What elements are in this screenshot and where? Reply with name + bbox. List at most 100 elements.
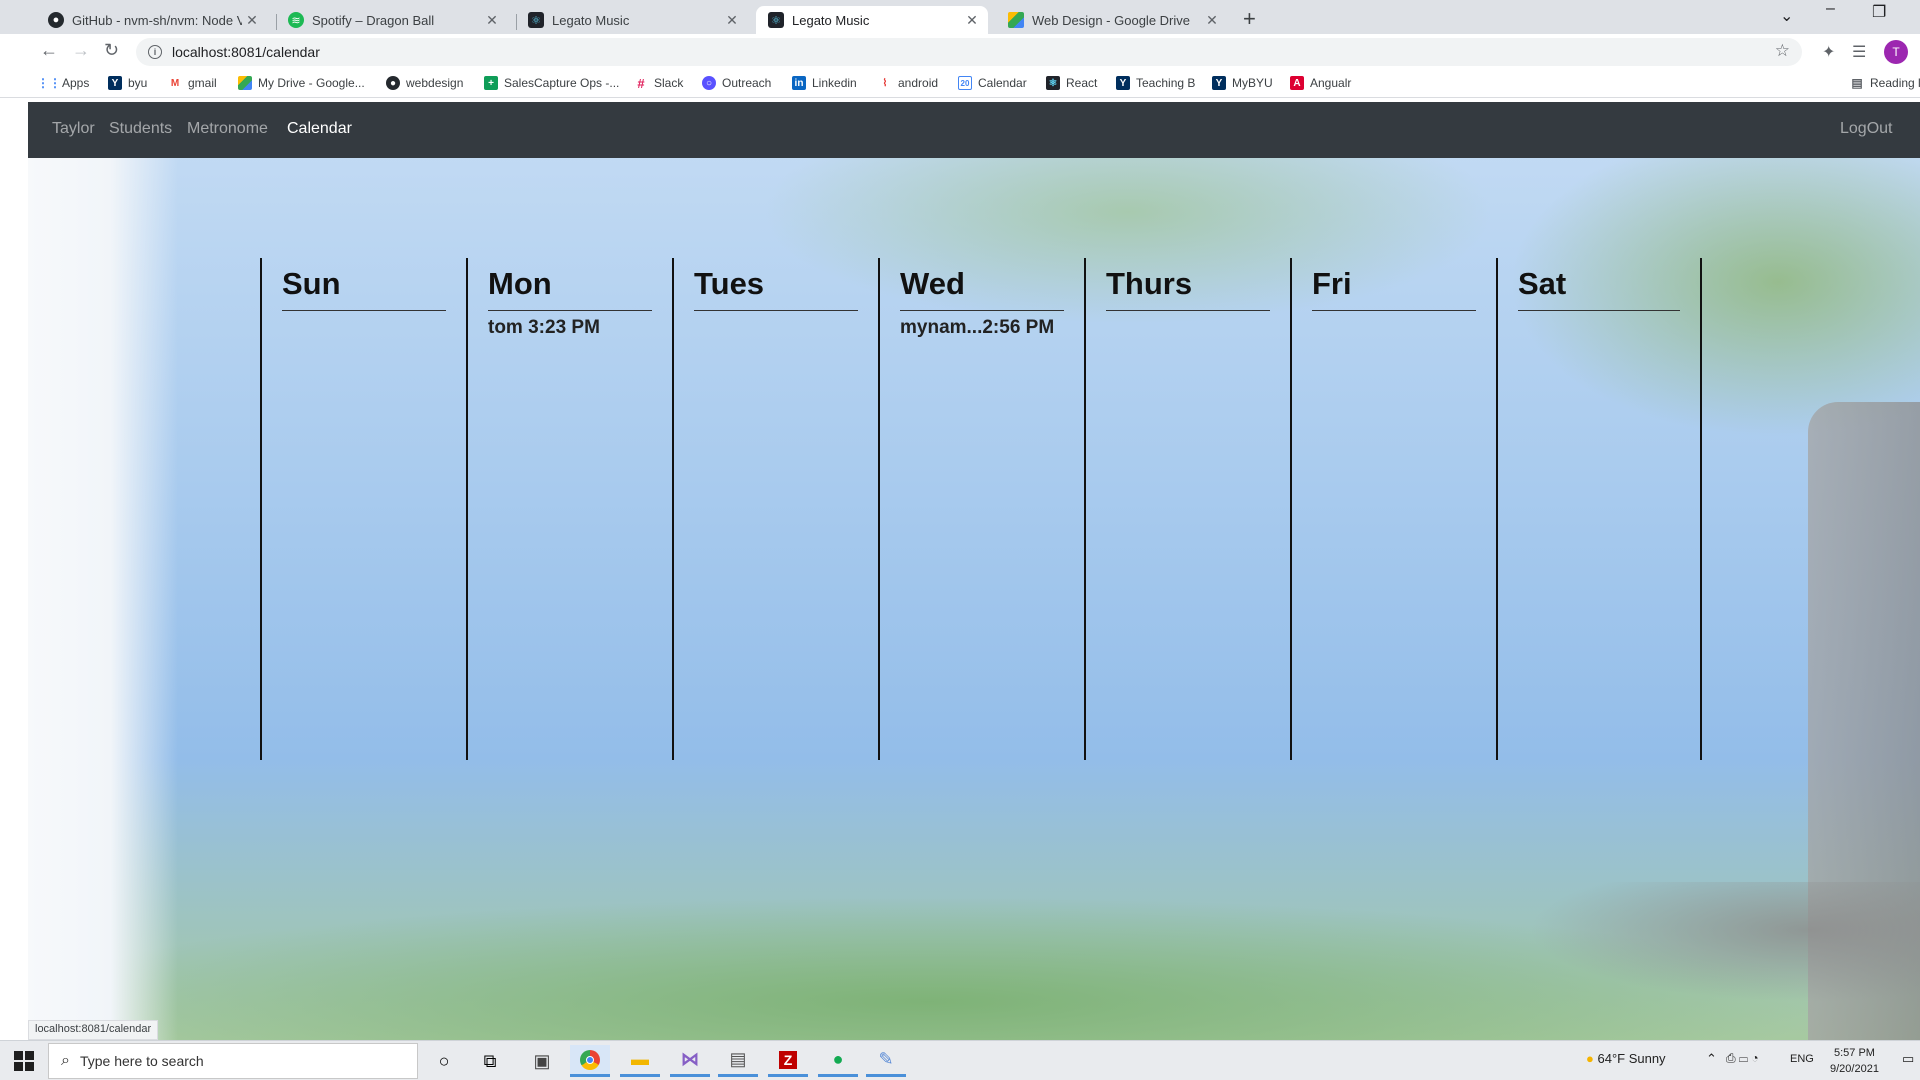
android-icon: ⌇ [882,77,888,89]
browser-tab-legato-active[interactable]: ⚛ Legato Music ✕ [756,6,988,34]
browser-tab-spotify[interactable]: ≋ Spotify – Dragon Ball ✕ [276,6,508,34]
site-info-icon[interactable]: i [148,45,162,59]
bookmark-label: android [898,76,939,90]
bookmark-label: MyBYU [1232,76,1273,90]
bookmark-angualr[interactable]: A Angualr [1290,76,1351,90]
logout-link[interactable]: LogOut [1840,120,1892,138]
tree-base-image [1528,882,1920,1002]
bookmark-label: Apps [62,76,90,90]
close-tab-icon[interactable]: ✕ [1202,12,1222,29]
tab-search-icon[interactable]: ⌄ [1780,6,1793,26]
bookmark-byu[interactable]: Ybyu [108,76,147,90]
reading-list-button[interactable]: ▤ Reading l [1850,76,1920,90]
browser-tab-google-drive[interactable]: Web Design - Google Drive ✕ [996,6,1228,34]
taskbar-search-box[interactable]: ⌕ Type here to search [48,1043,418,1079]
reload-icon[interactable]: ↻ [104,40,119,61]
day-header: Mon [488,264,652,311]
close-tab-icon[interactable]: ✕ [482,12,502,29]
close-tab-icon[interactable]: ✕ [722,12,742,29]
windows-start-icon[interactable] [14,1051,34,1071]
bookmark-mybyu[interactable]: Y MyBYU [1212,76,1273,90]
bookmark-gmail[interactable]: Mgmail [168,76,217,90]
calendar-icon: 20 [958,76,972,90]
bookmark-label: byu [128,76,148,90]
close-tab-icon[interactable]: ✕ [962,12,982,29]
byu-icon: Y [108,76,122,90]
bookmark-label: Teaching B [1136,76,1196,90]
bookmark-slack[interactable]: # Slack [634,75,683,91]
task-view-icon[interactable]: ⧉ [470,1045,510,1077]
bookmark-linkedin[interactable]: in Linkedin [792,76,857,90]
bookmark-react[interactable]: ⚛ React [1046,76,1097,90]
calendar-event[interactable]: mynam...2:56 PM [900,317,1064,339]
tab-title: Web Design - Google Drive [1032,12,1190,28]
search-icon: ⌕ [61,1052,70,1069]
reading-list-label: Reading l [1870,76,1920,90]
filezilla-icon[interactable]: Z [768,1045,808,1077]
browser-tab-legato-1[interactable]: ⚛ Legato Music ✕ [516,6,748,34]
notifications-icon[interactable]: ▭ [1902,1051,1914,1067]
nav-link-students[interactable]: Students [109,120,172,138]
nav-brand-taylor[interactable]: Taylor [52,120,95,138]
minimize-button[interactable]: – [1826,0,1835,18]
day-column-sat: Sat [1496,258,1702,760]
day-column-tues: Tues [672,258,878,760]
sun-icon: ● [1586,1051,1594,1066]
tab-title: Spotify – Dragon Ball [312,12,435,28]
mongodb-compass-icon[interactable]: ● [818,1045,858,1077]
react-icon: ⚛ [768,12,784,28]
back-arrow-icon[interactable]: ← [40,40,58,61]
bookmark-label: Outreach [722,76,772,90]
salescapture-icon: + [484,76,498,90]
bookmark-calendar[interactable]: 20 Calendar [958,76,1027,90]
url-text: localhost:8081/calendar [172,44,320,60]
bookmark-webdesign[interactable]: ● webdesign [386,76,463,90]
tray-system-icons[interactable]: ⎙ ▭ ◔ [1726,1051,1759,1066]
browser-toolbar: ← → ↻ i localhost:8081/calendar ☆ ✦ ☰ [0,34,1920,70]
address-bar[interactable]: i localhost:8081/calendar ☆ [136,38,1802,66]
filezilla-logo: Z [778,1050,798,1069]
link-status-bar: localhost:8081/calendar [28,1020,159,1040]
extensions-puzzle-icon[interactable]: ✦ [1822,42,1835,62]
browser-tab-github[interactable]: ● GitHub - nvm-sh/nvm: Node Ver ✕ [36,6,268,34]
tray-overflow-icon[interactable]: ⌃ [1706,1051,1717,1067]
search-placeholder: Type here to search [79,1053,204,1069]
tab-title: Legato Music [792,12,870,28]
microsoft-store-icon[interactable]: ▣ [522,1045,562,1077]
visual-studio-icon[interactable]: ⋈ [670,1045,710,1077]
bookmark-label: gmail [188,76,217,90]
bookmark-android[interactable]: ⌇ android [878,76,938,90]
taskbar-clock[interactable]: 5:57 PM 9/20/2021 [1830,1045,1879,1077]
new-tab-button[interactable]: + [1243,6,1256,32]
language-indicator[interactable]: ENG [1790,1053,1814,1065]
weather-widget[interactable]: ● 64°F Sunny [1586,1051,1666,1066]
terminal-app-icon[interactable]: ▤ [718,1045,758,1077]
weather-text: 64°F Sunny [1597,1051,1666,1066]
tab-title: GitHub - nvm-sh/nvm: Node Ver [72,12,242,28]
bookmark-teaching-b[interactable]: Y Teaching B [1116,76,1195,90]
close-tab-icon[interactable]: ✕ [242,12,262,29]
bookmark-star-icon[interactable]: ☆ [1775,41,1790,61]
reading-list-icon: ▤ [1851,76,1863,90]
bookmark-salescapture[interactable]: + SalesCapture Ops -... [484,76,619,90]
restore-button[interactable]: ❐ [1872,2,1886,22]
cortana-circle-icon[interactable]: ○ [424,1045,464,1077]
bookmark-my-drive[interactable]: My Drive - Google... [238,76,365,90]
background-fade [28,102,178,1040]
calendar-event[interactable]: tom 3:23 PM [488,317,652,339]
day-column-thurs: Thurs [1084,258,1290,760]
file-explorer-icon[interactable]: ▬ [620,1045,660,1077]
paint-app-icon[interactable]: ✎ [866,1045,906,1077]
slack-icon: # [637,75,645,91]
nav-link-metronome[interactable]: Metronome [187,120,268,138]
bookmark-label: My Drive - Google... [258,76,365,90]
bookmark-apps[interactable]: ⋮⋮ Apps [37,76,90,90]
bookmark-outreach[interactable]: ○ Outreach [702,76,771,90]
bookmark-label: SalesCapture Ops -... [504,76,620,90]
chrome-icon[interactable] [570,1045,610,1077]
nav-link-calendar[interactable]: Calendar [287,120,352,138]
forward-arrow-icon[interactable]: → [72,40,90,61]
profile-avatar[interactable]: T [1884,40,1908,64]
tab-title: Legato Music [552,12,630,28]
reading-list-icon[interactable]: ☰ [1852,42,1866,62]
